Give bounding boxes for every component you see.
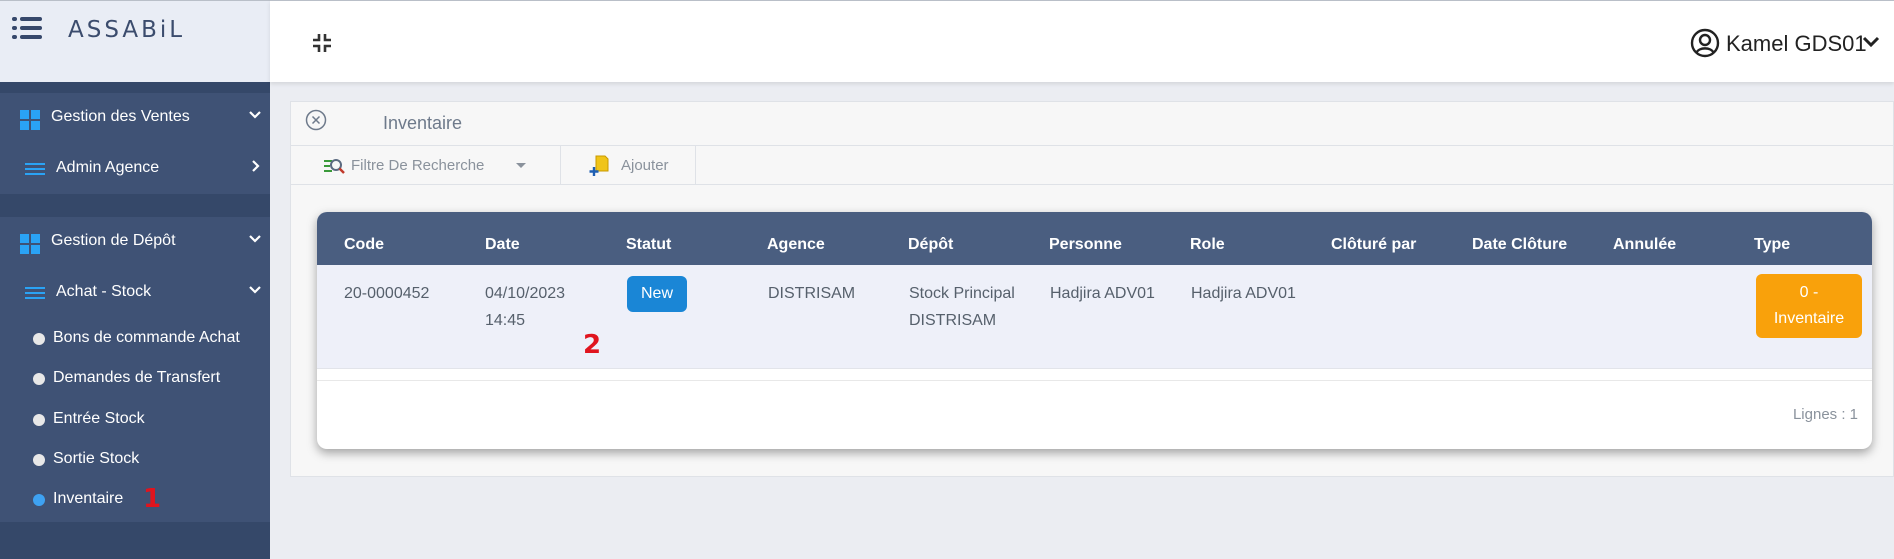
column-header-date-cloture[interactable]: Date Clôture [1472, 236, 1567, 254]
column-header-code[interactable]: Code [344, 236, 384, 254]
column-header-annulee[interactable]: Annulée [1613, 236, 1676, 254]
nav-item-label: Gestion des Ventes [51, 108, 190, 125]
bullet-dot-icon [33, 454, 45, 466]
column-header-date[interactable]: Date [485, 236, 520, 254]
sub-item-label: Entrée Stock [53, 410, 145, 427]
column-header-cloture-par[interactable]: Clôturé par [1331, 236, 1416, 254]
cell-date-day: 04/10/2023 [485, 285, 566, 302]
sub-item-label: Sortie Stock [53, 450, 140, 467]
panel-title: Inventaire [383, 113, 463, 133]
bars-icon [25, 163, 45, 176]
caret-down-icon [516, 163, 526, 168]
cell-depot: Stock Principal DISTRISAM [909, 280, 1015, 334]
nav-item-label: Gestion de Dépôt [51, 232, 176, 249]
cell-code: 20-0000452 [344, 285, 430, 302]
type-badge: 0 - Inventaire [1756, 274, 1862, 338]
row-count: Lignes : 1 [1792, 406, 1858, 423]
chevron-down-icon [249, 235, 261, 243]
search-filter-icon [324, 159, 345, 174]
table-row[interactable]: 20-0000452 04/10/2023 14:45 New DISTRISA… [317, 265, 1872, 369]
add-label: Ajouter [621, 157, 669, 174]
user-menu[interactable]: Kamel GDS01 [1690, 28, 1880, 58]
compress-icon[interactable] [310, 31, 334, 55]
nav-item-gestion-depot[interactable]: Gestion de Dépôt [0, 222, 270, 262]
column-header-agence[interactable]: Agence [767, 236, 825, 254]
search-filter-button[interactable]: Filtre De Recherche [291, 146, 561, 185]
cell-date: 04/10/2023 14:45 [485, 280, 565, 334]
bullet-dot-icon [33, 373, 45, 385]
nav-group-depot: Gestion de Dépôt Achat - Stock Bons de c… [0, 217, 270, 522]
sub-item-entree-stock[interactable]: Entrée Stock [0, 404, 270, 436]
cell-date-time: 14:45 [485, 312, 526, 329]
add-button[interactable]: Ajouter [561, 146, 696, 185]
nav-group-ventes: Gestion des Ventes Admin Agence [0, 93, 270, 194]
brand-logo: ASSABiL [68, 17, 186, 43]
top-header: Kamel GDS01 [270, 0, 1894, 82]
column-header-personne[interactable]: Personne [1049, 236, 1122, 254]
cell-depot-line1: Stock Principal [909, 285, 1015, 302]
sub-item-label: Demandes de Transfert [53, 369, 221, 386]
nav-item-label: Achat - Stock [56, 283, 152, 300]
sub-item-demandes-transfert[interactable]: Demandes de Transfert [0, 363, 270, 395]
chevron-down-icon [249, 286, 261, 294]
nav-item-label: Admin Agence [56, 159, 160, 176]
cell-personne: Hadjira ADV01 [1050, 285, 1155, 302]
chevron-down-icon [1862, 36, 1880, 48]
sub-item-label: Bons de commande Achat [53, 329, 240, 346]
annotation-marker-2: 2 [583, 330, 602, 360]
add-document-icon [589, 155, 609, 176]
column-header-depot[interactable]: Dépôt [908, 236, 953, 254]
bars-icon [25, 287, 45, 300]
column-header-role[interactable]: Role [1190, 236, 1225, 254]
column-header-type[interactable]: Type [1754, 236, 1790, 254]
table-divider [317, 380, 1872, 381]
sub-item-bons-commande[interactable]: Bons de commande Achat [0, 323, 270, 355]
type-badge-line2: Inventaire [1773, 310, 1845, 327]
nav-item-admin-agence[interactable]: Admin Agence [0, 149, 270, 189]
cell-agence: DISTRISAM [768, 285, 856, 302]
bullet-dot-active-icon [33, 494, 45, 506]
brand-bar: ASSABiL [0, 0, 270, 82]
annotation-marker-1: 1 [143, 484, 162, 514]
status-badge[interactable]: New [627, 276, 687, 312]
bullet-dot-icon [33, 414, 45, 426]
inventaire-table: Code Date Statut Agence Dépôt Personne R… [317, 212, 1872, 449]
close-circle-icon[interactable] [305, 109, 327, 131]
chevron-right-icon [252, 160, 260, 172]
sub-item-inventaire[interactable]: Inventaire [0, 484, 270, 516]
table-header: Code Date Statut Agence Dépôt Personne R… [317, 212, 1872, 265]
menu-toggle-icon[interactable] [12, 17, 42, 39]
windows-grid-icon [20, 110, 40, 130]
sub-item-sortie-stock[interactable]: Sortie Stock [0, 444, 270, 476]
user-circle-icon [1690, 28, 1720, 58]
sidebar: ASSABiL Gestion des Ventes Admin Agence … [0, 0, 270, 559]
cell-depot-line2: DISTRISAM [909, 312, 997, 329]
column-header-statut[interactable]: Statut [626, 236, 671, 254]
type-badge-line1: 0 - [1799, 284, 1819, 301]
cell-role: Hadjira ADV01 [1191, 285, 1296, 302]
chevron-down-icon [249, 111, 261, 119]
toolbar: Filtre De Recherche Ajouter [291, 145, 1894, 185]
nav-item-gestion-ventes[interactable]: Gestion des Ventes [0, 98, 270, 138]
windows-grid-icon [20, 234, 40, 254]
sub-item-label: Inventaire [53, 490, 124, 507]
nav-item-achat-stock[interactable]: Achat - Stock [0, 273, 270, 313]
user-name: Kamel GDS01 [1726, 31, 1867, 56]
filter-label: Filtre De Recherche [351, 157, 485, 174]
bullet-dot-icon [33, 333, 45, 345]
